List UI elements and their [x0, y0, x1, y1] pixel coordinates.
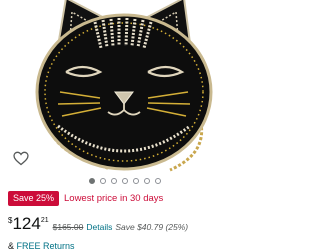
image-pager-dot[interactable]: [111, 178, 117, 184]
deal-text: Lowest price in 30 days: [64, 193, 164, 204]
returns-prefix: &: [8, 241, 17, 250]
free-returns-link[interactable]: FREE Returns: [17, 241, 75, 250]
image-pager-dot[interactable]: [133, 178, 139, 184]
price-whole: 124: [12, 214, 41, 233]
heart-outline-icon: [13, 151, 29, 165]
price-details-link[interactable]: Details: [86, 222, 112, 233]
image-pager-dot[interactable]: [89, 178, 95, 184]
image-pager-dot[interactable]: [144, 178, 150, 184]
wishlist-button[interactable]: [11, 148, 31, 168]
image-pager-dot[interactable]: [122, 178, 128, 184]
savings-text: Save $40.79 (25%): [115, 222, 189, 232]
price-row: $ 124 21 $165.00 Details Save $40.79 (25…: [8, 214, 188, 234]
returns-row: & FREE Returns: [8, 240, 75, 250]
price-fraction: 21: [40, 217, 49, 224]
image-pager: [0, 176, 250, 186]
cat-bag-illustration: [35, 0, 213, 172]
list-price: $165.00: [52, 222, 84, 232]
deal-badge: Save 25%: [8, 191, 60, 206]
product-image[interactable]: [0, 0, 250, 172]
image-pager-dot[interactable]: [100, 178, 106, 184]
image-pager-dot[interactable]: [155, 178, 161, 184]
